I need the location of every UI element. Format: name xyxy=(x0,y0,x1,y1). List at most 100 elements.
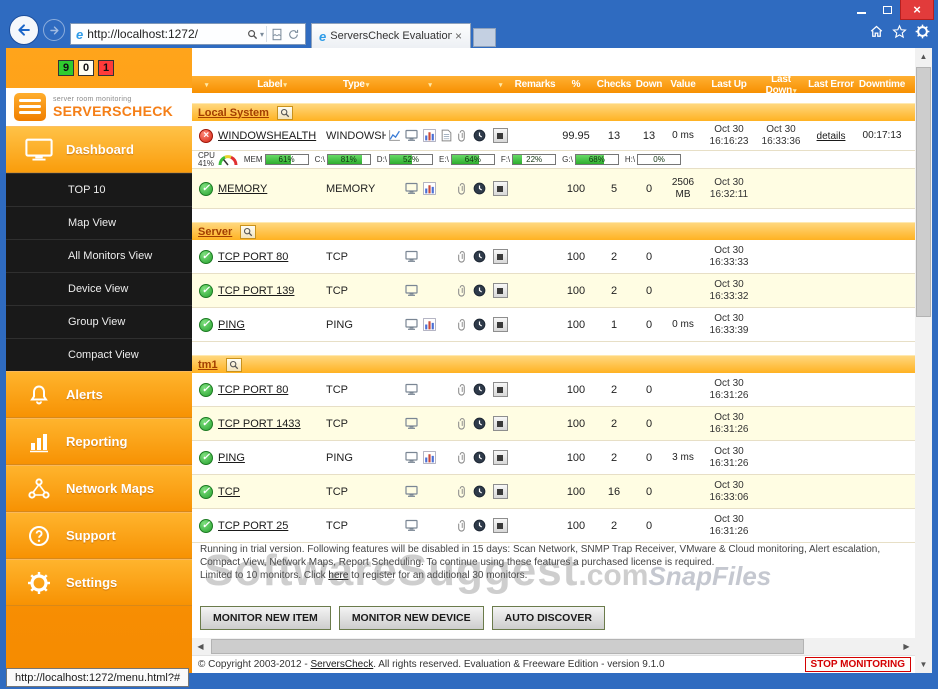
chart-icon[interactable] xyxy=(423,182,436,195)
header-downtime[interactable]: Downtime xyxy=(856,79,908,90)
attachment-icon[interactable] xyxy=(456,383,469,396)
pause-monitor-button[interactable] xyxy=(493,283,508,298)
monitor-link[interactable]: TCP PORT 139 xyxy=(218,285,294,297)
monitor-new-device-button[interactable]: MONITOR NEW DEVICE xyxy=(339,606,484,630)
attachment-icon[interactable] xyxy=(456,284,469,297)
group-link[interactable]: tm1 xyxy=(198,359,218,371)
tab-serverscheck[interactable]: e ServersCheck Evaluation & ... × xyxy=(311,23,471,48)
sidebar-item-compact-view[interactable]: Compact View xyxy=(6,338,192,371)
scroll-up-button[interactable]: ▲ xyxy=(915,48,932,65)
header-last-down[interactable]: Last Down▾ xyxy=(756,74,806,96)
vscroll-track[interactable] xyxy=(915,65,932,656)
pause-monitor-button[interactable] xyxy=(493,416,508,431)
monitor-link[interactable]: TCP PORT 1433 xyxy=(218,418,301,430)
back-button[interactable] xyxy=(9,15,39,45)
stop-monitoring-button[interactable]: STOP MONITORING xyxy=(805,657,911,672)
pause-monitor-button[interactable] xyxy=(493,382,508,397)
sidebar-item-reporting[interactable]: Reporting xyxy=(6,418,192,465)
device-monitor-icon[interactable] xyxy=(405,318,418,331)
monitor-link[interactable]: TCP PORT 25 xyxy=(218,520,288,532)
forward-button[interactable] xyxy=(43,19,65,41)
vscroll-thumb[interactable] xyxy=(916,67,931,317)
monitor-link[interactable]: TCP PORT 80 xyxy=(218,384,288,396)
sidebar-item-group-view[interactable]: Group View xyxy=(6,305,192,338)
attachment-icon[interactable] xyxy=(456,182,469,195)
chart-icon[interactable] xyxy=(423,318,436,331)
device-monitor-icon[interactable] xyxy=(405,383,418,396)
autocomplete-caret-icon[interactable]: ▾ xyxy=(260,30,264,39)
device-monitor-icon[interactable] xyxy=(405,129,418,142)
trend-graph-icon[interactable] xyxy=(388,129,401,142)
header-percent[interactable]: % xyxy=(558,79,594,90)
attachment-icon[interactable] xyxy=(456,250,469,263)
attachment-icon[interactable] xyxy=(456,519,469,532)
pause-monitor-button[interactable] xyxy=(493,484,508,499)
title-bar[interactable]: × xyxy=(0,0,938,22)
url-text[interactable]: http://localhost:1272/ xyxy=(87,27,245,41)
chart-icon[interactable] xyxy=(423,451,436,464)
minimize-button[interactable] xyxy=(848,0,874,20)
group-link[interactable]: Local System xyxy=(198,107,269,119)
history-clock-icon[interactable] xyxy=(473,485,486,498)
search-icon[interactable] xyxy=(247,29,258,40)
device-monitor-icon[interactable] xyxy=(405,451,418,464)
group-link[interactable]: Server xyxy=(198,226,232,238)
header-sort[interactable]: ▾ xyxy=(488,79,512,90)
device-monitor-icon[interactable] xyxy=(405,250,418,263)
pause-monitor-button[interactable] xyxy=(493,249,508,264)
sidebar-item-settings[interactable]: Settings xyxy=(6,559,192,606)
header-remarks[interactable]: Remarks xyxy=(512,79,558,90)
attachment-icon[interactable] xyxy=(456,451,469,464)
device-monitor-icon[interactable] xyxy=(405,485,418,498)
auto-discover-button[interactable]: AUTO DISCOVER xyxy=(492,606,605,630)
group-search-button[interactable] xyxy=(226,358,242,372)
attachment-icon[interactable] xyxy=(456,318,469,331)
hscroll-thumb[interactable] xyxy=(211,639,804,654)
monitor-link[interactable]: PING xyxy=(218,319,245,331)
favorites-star-icon[interactable] xyxy=(892,24,907,39)
home-icon[interactable] xyxy=(869,24,884,39)
header-label[interactable]: Label▾ xyxy=(218,79,326,90)
refresh-icon[interactable] xyxy=(287,28,300,41)
new-tab-button[interactable] xyxy=(473,28,496,47)
sidebar-item-network-maps[interactable]: Network Maps xyxy=(6,465,192,512)
monitor-link[interactable]: MEMORY xyxy=(218,183,267,195)
serverscheck-link[interactable]: ServersCheck xyxy=(310,659,373,670)
group-search-button[interactable] xyxy=(240,225,256,239)
header-last-error[interactable]: Last Error xyxy=(806,79,856,90)
header-status[interactable]: ▾ xyxy=(194,79,218,90)
pause-monitor-button[interactable] xyxy=(493,317,508,332)
monitor-link[interactable]: PING xyxy=(218,452,245,464)
history-clock-icon[interactable] xyxy=(473,182,486,195)
header-type[interactable]: Type▾ xyxy=(326,79,386,90)
group-search-button[interactable] xyxy=(277,106,293,120)
device-monitor-icon[interactable] xyxy=(405,417,418,430)
scroll-left-button[interactable]: ◀ xyxy=(192,638,209,655)
history-clock-icon[interactable] xyxy=(473,519,486,532)
monitor-link[interactable]: WINDOWSHEALTH xyxy=(218,130,316,142)
header-checks[interactable]: Checks xyxy=(594,79,634,90)
pause-monitor-button[interactable] xyxy=(493,450,508,465)
device-monitor-icon[interactable] xyxy=(405,519,418,532)
device-monitor-icon[interactable] xyxy=(405,182,418,195)
sidebar-item-dashboard[interactable]: Dashboard xyxy=(6,126,192,173)
compatibility-icon[interactable] xyxy=(271,28,283,41)
settings-gear-icon[interactable] xyxy=(915,24,930,39)
sidebar-item-device-view[interactable]: Device View xyxy=(6,272,192,305)
address-bar[interactable]: e http://localhost:1272/ ▾ xyxy=(70,23,306,45)
attachment-icon[interactable] xyxy=(456,485,469,498)
header-sort[interactable]: ▾ xyxy=(421,79,438,90)
close-button[interactable]: × xyxy=(900,0,934,20)
history-clock-icon[interactable] xyxy=(473,129,486,142)
sidebar-item-support[interactable]: Support xyxy=(6,512,192,559)
details-link[interactable]: details xyxy=(817,131,846,142)
sidebar-item-alerts[interactable]: Alerts xyxy=(6,371,192,418)
scroll-down-button[interactable]: ▼ xyxy=(915,656,932,673)
pause-monitor-button[interactable] xyxy=(493,128,508,143)
monitor-link[interactable]: TCP xyxy=(218,486,240,498)
maximize-button[interactable] xyxy=(874,0,900,20)
header-last-up[interactable]: Last Up xyxy=(702,79,756,90)
sidebar-item-top10[interactable]: TOP 10 xyxy=(6,173,192,206)
history-clock-icon[interactable] xyxy=(473,383,486,396)
hscroll-track[interactable] xyxy=(209,638,898,655)
